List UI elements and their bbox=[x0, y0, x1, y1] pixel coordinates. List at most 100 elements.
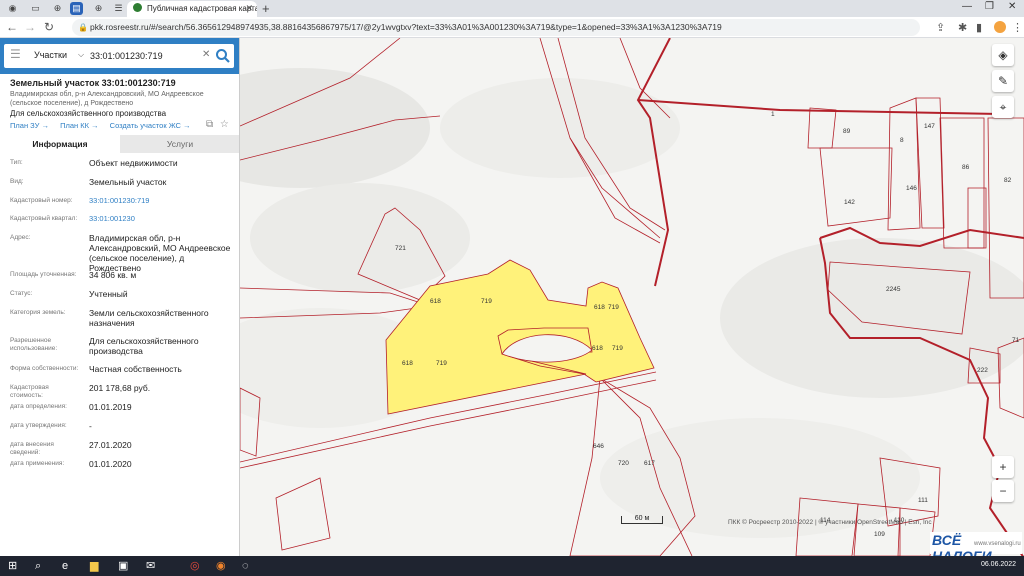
parcel-number-label: 719 bbox=[481, 298, 492, 305]
property-label: Адрес: bbox=[10, 234, 31, 241]
close-window-icon[interactable]: ✕ bbox=[1008, 1, 1016, 12]
store-icon[interactable]: ▣ bbox=[118, 559, 128, 573]
pinned-tab-icon[interactable]: ▤ bbox=[70, 2, 83, 15]
tab-info[interactable]: Информация bbox=[0, 135, 120, 153]
search-icon[interactable]: ⌕ bbox=[35, 559, 41, 573]
forward-icon[interactable]: → bbox=[24, 20, 36, 34]
property-label: дата определения: bbox=[10, 403, 67, 410]
zoom-out-icon[interactable]: − bbox=[992, 480, 1014, 502]
profile-avatar[interactable] bbox=[994, 21, 1006, 33]
property-value: Владимирская обл, р-н Александровский, М… bbox=[89, 233, 231, 273]
search-bar: ☰ Участки ⌵ ✕ bbox=[0, 38, 239, 74]
parcel-number-label: 111 bbox=[918, 497, 928, 504]
menu-icon[interactable]: ☰ bbox=[10, 47, 21, 61]
property-value: Земли сельскохозяйственного назначения bbox=[89, 308, 209, 328]
property-label: дата применения: bbox=[10, 460, 65, 467]
parcel-number-label: 2245 bbox=[886, 286, 901, 293]
property-value: 01.01.2020 bbox=[89, 459, 132, 469]
search-type-select[interactable]: Участки bbox=[34, 50, 67, 60]
parcel-number-label: 719 bbox=[436, 360, 447, 367]
active-tab[interactable]: Публичная кадастровая карта ✕ bbox=[127, 1, 257, 17]
tab-services[interactable]: Услуги bbox=[120, 135, 239, 153]
property-label: Категория земель: bbox=[10, 309, 66, 316]
terrain-shade bbox=[440, 78, 680, 178]
star-icon[interactable]: ☆ bbox=[220, 119, 229, 130]
lock-icon: 🔒 bbox=[78, 23, 88, 32]
app-window: ◉ ▭ ⊕ ▤ ⊕ ☰ Публичная кадастровая карта … bbox=[0, 0, 1024, 576]
share-icon[interactable]: ⇪ bbox=[936, 21, 945, 34]
plan-zu-link[interactable]: План ЗУ → bbox=[10, 121, 49, 130]
parcel-number-label: 86 bbox=[962, 164, 970, 171]
copy-icon[interactable]: ⧉ bbox=[206, 119, 213, 130]
parcel-number-label: 71 bbox=[1012, 337, 1020, 344]
property-value: Объект недвижимости bbox=[89, 158, 178, 168]
pinned-tab-icon[interactable]: ☰ bbox=[112, 2, 125, 15]
info-sidebar: ☰ Участки ⌵ ✕ Земельный участок 33:01:00… bbox=[0, 38, 240, 556]
property-value: 27.01.2020 bbox=[89, 440, 132, 450]
property-label: Кадастровый номер: bbox=[10, 197, 73, 204]
cadastral-map[interactable]: 721 618 719 618 719 618 719 618 719 646 720 617 142 8… bbox=[240, 38, 1024, 556]
locate-icon[interactable]: ⌖ bbox=[992, 96, 1014, 118]
card-tabs: Информация Услуги bbox=[0, 135, 239, 153]
parcel-number-label: 618 bbox=[430, 298, 441, 305]
create-parcel-link[interactable]: Создать участок ЖС → bbox=[110, 121, 191, 130]
parcel-address-short: Владимирская обл, р-н Александровский, М… bbox=[10, 91, 204, 107]
explorer-icon[interactable]: ▆ bbox=[90, 559, 98, 573]
zoom-in-icon[interactable]: + bbox=[992, 456, 1014, 478]
taskbar-clock: 06.06.2022 bbox=[980, 561, 1016, 568]
chrome-icon[interactable]: ◎ bbox=[190, 559, 200, 573]
parcel-number-label: 89 bbox=[843, 128, 851, 135]
property-label: Статус: bbox=[10, 290, 33, 297]
browser-menu-icon[interactable]: ⋮ bbox=[1012, 21, 1023, 34]
property-label: Тип: bbox=[10, 159, 23, 166]
minimize-icon[interactable]: — bbox=[962, 1, 972, 12]
mail-icon[interactable]: ✉ bbox=[146, 559, 155, 573]
clear-icon[interactable]: ✕ bbox=[202, 49, 210, 60]
pinned-tab-icon[interactable]: ⊕ bbox=[51, 2, 64, 15]
property-value: Для сельскохозяйственного производства bbox=[89, 336, 199, 356]
parcel-number-label: 618 bbox=[402, 360, 413, 367]
layers-icon[interactable]: ◈ bbox=[992, 44, 1014, 66]
sidebar-icon[interactable]: ▮ bbox=[976, 21, 982, 34]
property-label: Вид: bbox=[10, 178, 24, 185]
parcel-number-label: 8 bbox=[900, 137, 904, 144]
measure-icon[interactable]: ✎ bbox=[992, 70, 1014, 92]
close-tab-icon[interactable]: ✕ bbox=[245, 3, 253, 14]
chevron-down-icon[interactable]: ⌵ bbox=[78, 50, 84, 60]
app-icon[interactable]: ◌ bbox=[242, 559, 249, 573]
pinned-tab-icon[interactable]: ▭ bbox=[29, 2, 42, 15]
parcel-number-label: 222 bbox=[977, 367, 988, 374]
back-icon[interactable]: ← bbox=[6, 20, 18, 34]
brand-watermark: ВСЁ НАЛОГИ www.vsenalogi.ru bbox=[930, 532, 1022, 556]
edge-icon[interactable]: e bbox=[62, 559, 68, 573]
search-icon[interactable] bbox=[214, 47, 232, 65]
property-value[interactable]: 33:01:001230:719 bbox=[89, 196, 235, 206]
new-tab-icon[interactable]: + bbox=[262, 1, 270, 16]
search-input[interactable] bbox=[90, 47, 200, 64]
property-value: Земельный участок bbox=[89, 177, 167, 187]
parcel-links: План ЗУ → План КК → Создать участок ЖС → bbox=[10, 121, 200, 130]
parcel-number-label: 82 bbox=[1004, 177, 1012, 184]
pinned-tab-icon[interactable]: ⊕ bbox=[92, 2, 105, 15]
property-label: дата утверждения: bbox=[10, 422, 67, 429]
url-text: pkk.rosreestr.ru/#/search/56.36561294897… bbox=[90, 22, 722, 32]
windows-start-icon[interactable]: ⊞ bbox=[8, 559, 17, 573]
property-value[interactable]: 33:01:001230 bbox=[89, 214, 235, 224]
taskbar: ⊞ ⌕ e ▆ ▣ ✉ ◎ ◉ ◌ 06.06.2022 bbox=[0, 556, 1024, 576]
parcel-number-label: 618 bbox=[594, 304, 605, 311]
property-label: дата внесения сведений: bbox=[10, 441, 54, 456]
firefox-icon[interactable]: ◉ bbox=[216, 559, 226, 573]
property-label: Площадь уточненная: bbox=[10, 271, 77, 278]
restore-icon[interactable]: ❐ bbox=[985, 1, 994, 12]
map-canvas[interactable]: 721618 719618 719618 719618 719646720 6171428… bbox=[240, 38, 1024, 556]
map-attribution: ПКК © Росреестр 2010-2022 | © участники … bbox=[728, 519, 932, 526]
property-value: Частная собственность bbox=[89, 364, 182, 374]
url-field[interactable]: 🔒 pkk.rosreestr.ru/#/search/56.365612948… bbox=[72, 19, 920, 36]
pinned-tab-icon[interactable]: ◉ bbox=[6, 2, 19, 15]
plan-kk-link[interactable]: План КК → bbox=[60, 121, 99, 130]
extensions-icon[interactable]: ✱ bbox=[958, 21, 967, 34]
reload-icon[interactable]: ↻ bbox=[44, 20, 54, 34]
property-value: 01.01.2019 bbox=[89, 402, 132, 412]
search-box: ☰ Участки ⌵ ✕ bbox=[4, 44, 234, 68]
property-label: Кадастровый квартал: bbox=[10, 215, 78, 222]
